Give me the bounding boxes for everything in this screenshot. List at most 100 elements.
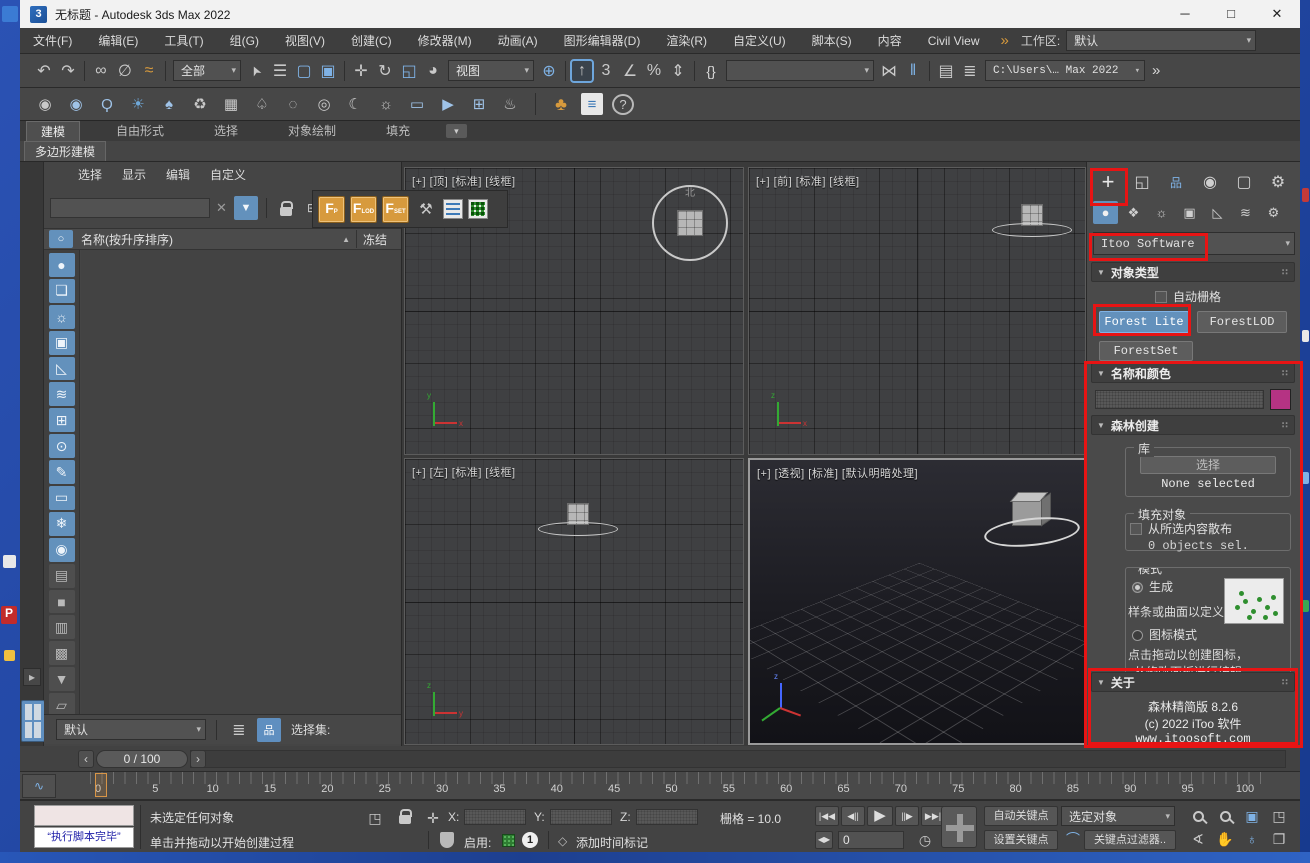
snap-toggle-icon[interactable]: ↑ [570,59,594,83]
window-crossing-icon[interactable]: ▣ [316,59,340,83]
object-color-swatch[interactable] [1270,389,1291,410]
menu-overflow-chevron[interactable]: » [1000,32,1008,49]
maxscript-mini-listener-top[interactable] [34,805,134,826]
forest-area-ring-3d[interactable] [983,513,1081,551]
z-coordinate-field[interactable] [636,809,698,825]
menu-item[interactable]: 编辑(E) [85,28,151,54]
display-xrefs-toggle[interactable]: ⊙ [49,434,75,458]
time-configuration-icon[interactable]: ◷ [912,829,938,851]
forest-lite-button[interactable]: Forest Lite [1099,311,1189,333]
set-key-button[interactable]: 设置关键点 [984,830,1058,850]
menu-item[interactable]: 文件(F) [20,28,85,54]
camera-icon[interactable]: ◉ [34,92,56,116]
separator[interactable] [694,61,695,81]
menu-item[interactable]: 图形编辑器(D) [551,28,654,54]
rollout-object-type-header[interactable]: ▼ 对象类型 ∷ [1091,262,1295,282]
viewport-front[interactable]: [+] [前] [标准] [线框] z x [748,167,1086,455]
select-and-rotate-icon[interactable]: ↻ [373,59,397,83]
preset-dropdown[interactable]: 默认 ▾ [56,719,206,740]
unlink-selection-icon[interactable]: ∅ [113,59,137,83]
isolate-selection-icon[interactable]: ◳ [362,807,388,829]
ribbon-collapse-icon[interactable]: ▾ [446,124,467,138]
category-cameras[interactable]: ▣ [1177,201,1202,224]
viewport-left-label[interactable]: [+] [左] [标准] [线框] [412,464,516,480]
lock-cell-editing-toggle[interactable]: ▤ [49,564,75,588]
scene-cube[interactable] [677,210,703,236]
one-badge[interactable]: 1 [522,832,538,848]
named-selection-sets-icon[interactable]: {} [699,59,723,83]
menu-item[interactable]: 自定义(U) [720,28,799,54]
separator[interactable] [535,93,536,115]
render-setup-icon[interactable]: ▭ [406,92,428,116]
go-to-start-button[interactable]: |◀◀ [815,806,839,826]
explorer-menu-item[interactable]: 选择 [68,162,112,188]
close-button[interactable]: ✕ [1254,0,1300,28]
add-time-tag-label[interactable]: 添加时间标记 [576,834,648,851]
menu-item[interactable]: 视图(V) [272,28,338,54]
viewport-perspective-label[interactable]: [+] [透视] [标准] [默认明暗处理] [757,465,918,481]
mini-curve-editor-button[interactable]: ∿ [22,774,56,798]
material-spheres-icon[interactable]: ◎ [313,92,335,116]
rendered-frame-icon[interactable]: ▶ [437,92,459,116]
separator[interactable] [929,61,930,81]
bind-to-spacewarp-icon[interactable]: ≈ [137,59,161,83]
undo-icon[interactable]: ↶ [32,59,56,83]
sort-ascending-icon[interactable]: ▲ [342,235,350,244]
selection-filter-dropdown[interactable]: 全部 ▾ [173,60,241,81]
category-helpers[interactable]: ◺ [1205,201,1230,224]
spinner-snap-icon[interactable]: ⇕ [666,59,690,83]
zoom-icon[interactable] [1185,805,1211,827]
column-name-header[interactable]: 名称(按升序排序) [81,231,173,248]
previous-frame-arrow[interactable]: ‹ [78,750,94,768]
menu-item[interactable]: Civil View [915,28,993,54]
category-geometry[interactable]: ● [1093,201,1118,224]
forest-set-button[interactable]: ForestSet [1099,341,1193,361]
auto-key-button[interactable]: 自动关键点 [984,806,1058,826]
fire-ring-icon[interactable]: ◌ [282,92,304,116]
viewport-front-label[interactable]: [+] [前] [标准] [线框] [756,173,860,189]
current-frame-field[interactable]: 0 [838,831,904,849]
light-bulb-icon[interactable]: Ϙ [96,92,118,116]
select-and-scale-icon[interactable]: ◱ [397,59,421,83]
layout-tabs-arrow-button[interactable]: ▸ [23,668,41,686]
ribbon-tab[interactable]: 填充 [372,121,424,141]
forest-list-view-icon[interactable] [443,199,463,219]
forest-lod-button[interactable]: ForestLOD [1197,311,1287,333]
snap-3d-icon[interactable]: 3 [594,59,618,83]
scene-explorer-toggle-icon[interactable]: ≣ [958,59,982,83]
menu-item[interactable]: 创建(C) [338,28,405,54]
ribbon-tab[interactable]: 对象绘制 [274,121,350,141]
menu-item[interactable]: 组(G) [217,28,272,54]
search-input[interactable] [50,198,210,218]
display-frozen-toggle[interactable]: ❄ [49,512,75,536]
category-lights[interactable]: ☼ [1149,201,1174,224]
forest-pack-trees-icon[interactable]: ♣ [550,92,572,116]
ribbon-tab[interactable]: 自由形式 [102,121,178,141]
rollout-name-color-header[interactable]: ▼ 名称和颜色 ∷ [1091,363,1295,383]
menu-item[interactable]: 内容 [865,28,915,54]
selection-lock-icon[interactable] [392,805,418,827]
workspace-dropdown[interactable]: 默认 ▾ [1066,30,1256,51]
forest-board-icon[interactable]: ▦ [220,92,242,116]
zoom-all-icon[interactable] [1212,805,1238,827]
display-spacewarps-toggle[interactable]: ≋ [49,382,75,406]
playhead-marker[interactable] [95,773,107,797]
pan-hand-icon[interactable]: ✋ [1212,828,1238,850]
separator[interactable] [84,61,85,81]
display-shapes-toggle[interactable]: ❏ [49,279,75,303]
play-button[interactable]: ▶ [867,806,893,826]
explorer-menu-item[interactable]: 显示 [112,162,156,188]
display-lights-toggle[interactable]: ☼ [49,305,75,329]
teapot-icon[interactable]: ♨ [499,92,521,116]
forest-tools-icon[interactable]: ⚒ [414,197,438,221]
select-and-place-icon[interactable]: ◕ [421,59,445,83]
autogrid-checkbox[interactable] [1155,291,1167,303]
filter-toggle[interactable]: ▼ [49,667,75,691]
explorer-menu-item[interactable]: 自定义 [200,162,256,188]
icon-mode-radio[interactable] [1132,630,1143,641]
forest-grid-view-icon[interactable] [468,199,488,219]
scatter-from-selection-checkbox[interactable] [1130,523,1142,535]
forest-list-icon[interactable]: ≡ [581,93,603,115]
use-pivot-center-icon[interactable]: ⊕ [537,59,561,83]
x-coordinate-field[interactable] [464,809,526,825]
